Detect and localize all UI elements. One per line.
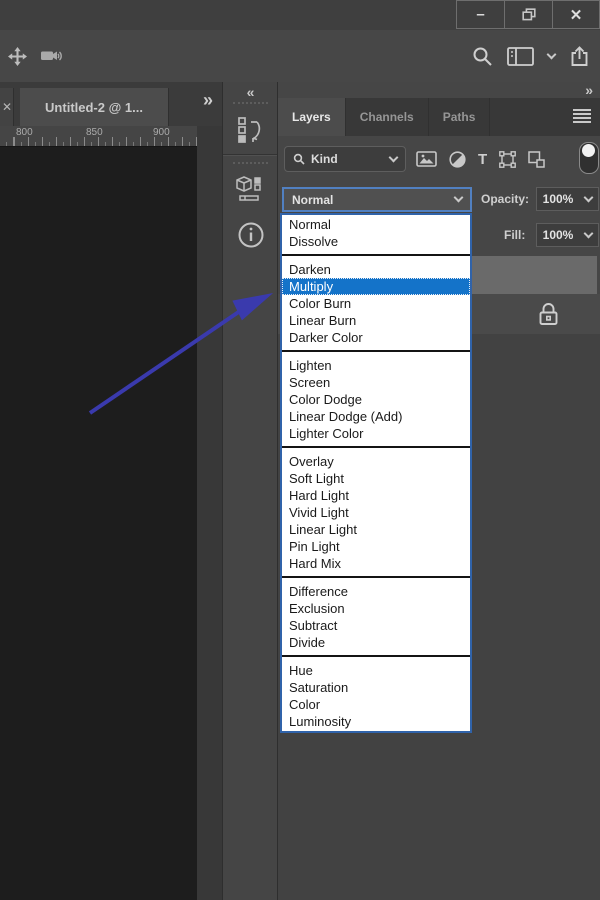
blend-mode-option[interactable]: Lighter Color <box>282 425 470 442</box>
blend-mode-option[interactable]: Color Dodge <box>282 391 470 408</box>
tab-channels[interactable]: Channels <box>346 98 429 136</box>
document-canvas[interactable] <box>0 147 197 900</box>
dock-collapse-button[interactable]: « <box>223 84 278 100</box>
panel-gutter <box>197 126 222 900</box>
dropdown-separator <box>282 446 470 448</box>
info-panel-button[interactable] <box>223 221 278 249</box>
blend-mode-option[interactable]: Linear Light <box>282 521 470 538</box>
blend-mode-option[interactable]: Difference <box>282 583 470 600</box>
dropdown-separator <box>282 350 470 352</box>
history-panel-button[interactable] <box>223 115 278 145</box>
opacity-value[interactable]: 100% <box>536 187 580 211</box>
opacity-label: Opacity: <box>481 192 530 206</box>
3d-panel-icon <box>235 175 266 205</box>
blend-mode-option[interactable]: Divide <box>282 634 470 651</box>
restore-button[interactable] <box>504 0 552 29</box>
chevron-down-icon <box>453 192 464 203</box>
blend-mode-option[interactable]: Normal <box>282 216 470 233</box>
blend-mode-option[interactable]: Screen <box>282 374 470 391</box>
fill-value[interactable]: 100% <box>536 223 580 247</box>
ruler-tick-label: 900 <box>153 127 170 138</box>
blend-mode-option[interactable]: Hard Light <box>282 487 470 504</box>
document-tab-label: Untitled-2 @ 1... <box>45 99 143 115</box>
ruler-tick-label: 800 <box>16 127 33 138</box>
options-toolbar <box>0 30 600 83</box>
blend-mode-value: Normal <box>292 192 334 207</box>
toggle-ball <box>581 144 595 157</box>
blend-mode-option[interactable]: Overlay <box>282 453 470 470</box>
minimize-button[interactable]: – <box>456 0 504 29</box>
blend-mode-option[interactable]: Darker Color <box>282 329 470 346</box>
panel-expand-button[interactable]: » <box>585 82 593 98</box>
panel-icon-dock: « <box>222 82 278 900</box>
ruler-tick-label: 850 <box>86 127 103 138</box>
filter-adjustment-layers-icon[interactable] <box>449 150 466 168</box>
blend-mode-option[interactable]: Lighten <box>282 357 470 374</box>
blend-mode-option-selected[interactable]: Multiply <box>282 278 470 295</box>
dropdown-separator <box>282 576 470 578</box>
lock-icon <box>537 301 560 327</box>
document-tab-partial[interactable]: ✕ <box>0 88 14 126</box>
blend-mode-option[interactable]: Dissolve <box>282 233 470 250</box>
blend-mode-select[interactable]: Normal <box>282 187 472 212</box>
blend-mode-option[interactable]: Pin Light <box>282 538 470 555</box>
blend-mode-option[interactable]: Luminosity <box>282 713 470 730</box>
blend-mode-option[interactable]: Subtract <box>282 617 470 634</box>
tab-close-icon[interactable]: ✕ <box>2 100 12 114</box>
dock-divider <box>223 154 278 156</box>
blend-mode-option[interactable]: Exclusion <box>282 600 470 617</box>
filter-kind-label: Kind <box>311 152 338 166</box>
panel-tabs: Layers Channels Paths <box>278 98 600 136</box>
filter-smart-objects-icon[interactable] <box>528 150 545 168</box>
dropdown-separator <box>282 254 470 256</box>
filtering-toggle[interactable] <box>579 142 599 174</box>
dropdown-separator <box>282 655 470 657</box>
panel-menu-icon[interactable] <box>573 109 591 125</box>
blend-row: Normal Opacity: 100% <box>278 186 600 214</box>
fill-label: Fill: <box>504 228 526 242</box>
blend-mode-option[interactable]: Linear Dodge (Add) <box>282 408 470 425</box>
chevron-down-icon <box>583 192 594 202</box>
search-icon[interactable] <box>472 46 493 67</box>
dock-grip[interactable] <box>233 102 268 107</box>
blend-mode-option[interactable]: Linear Burn <box>282 312 470 329</box>
window-titlebar: – ✕ <box>0 0 600 31</box>
video-tool-icon[interactable] <box>41 48 65 64</box>
chevron-down-icon <box>583 228 594 238</box>
close-button[interactable]: ✕ <box>552 0 600 29</box>
document-tabbar: ✕ Untitled-2 @ 1... » <box>0 82 222 127</box>
blend-mode-option[interactable]: Hue <box>282 662 470 679</box>
filter-pixel-layers-icon[interactable] <box>416 151 437 167</box>
3d-panel-button[interactable] <box>223 175 278 205</box>
horizontal-ruler: 800 850 900 <box>0 126 197 147</box>
dock-grip[interactable] <box>233 162 268 167</box>
blend-mode-option[interactable]: Darken <box>282 261 470 278</box>
filter-type-layers-icon[interactable]: T <box>478 152 487 167</box>
opacity-chevron-button[interactable] <box>579 187 599 211</box>
layer-filter-row: Kind T <box>278 140 600 180</box>
info-panel-icon <box>237 221 265 249</box>
filter-kind-select[interactable]: Kind <box>284 146 406 172</box>
document-tab-active[interactable]: Untitled-2 @ 1... <box>20 88 169 126</box>
blend-mode-option[interactable]: Soft Light <box>282 470 470 487</box>
blend-mode-option[interactable]: Color Burn <box>282 295 470 312</box>
blend-mode-option[interactable]: Hard Mix <box>282 555 470 572</box>
workspace-switcher-icon[interactable] <box>507 46 534 66</box>
history-panel-icon <box>237 115 265 145</box>
filter-shape-layers-icon[interactable] <box>499 150 517 168</box>
share-icon[interactable] <box>569 45 590 67</box>
blend-mode-option[interactable]: Color <box>282 696 470 713</box>
move-tool-icon[interactable] <box>8 46 27 66</box>
tab-overflow-icon[interactable]: » <box>203 90 213 111</box>
fill-chevron-button[interactable] <box>579 223 599 247</box>
tab-layers[interactable]: Layers <box>278 98 346 136</box>
blend-mode-option[interactable]: Vivid Light <box>282 504 470 521</box>
workspace-chevron-icon[interactable] <box>546 49 557 59</box>
blend-mode-option[interactable]: Saturation <box>282 679 470 696</box>
tab-paths[interactable]: Paths <box>429 98 491 136</box>
search-icon <box>293 153 305 165</box>
blend-mode-dropdown: Normal Dissolve Darken Multiply Color Bu… <box>280 213 472 733</box>
chevron-down-icon <box>388 152 399 162</box>
restore-icon <box>521 8 536 21</box>
